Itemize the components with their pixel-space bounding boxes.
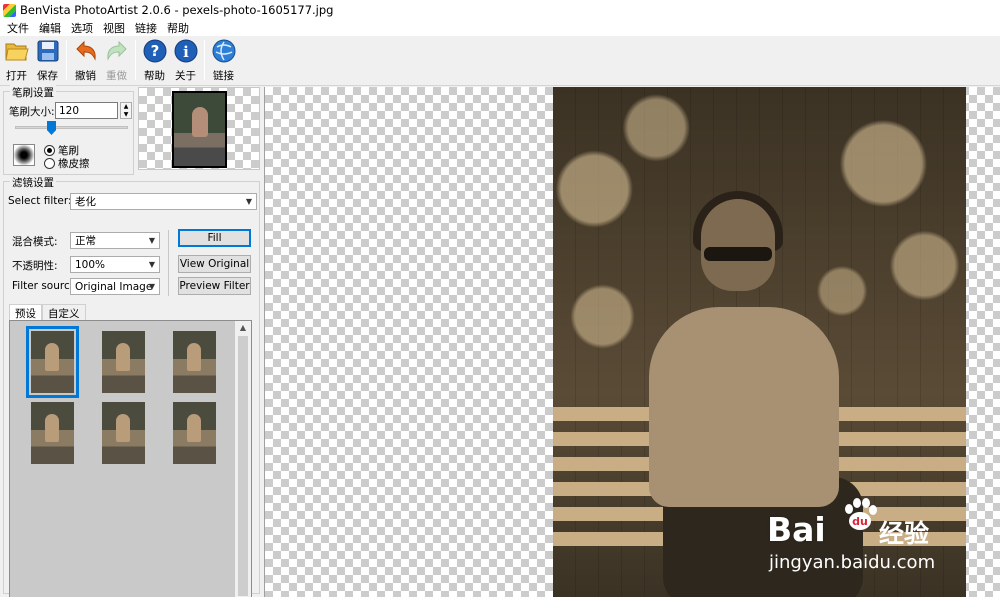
subject-body xyxy=(649,307,839,507)
app-window: BenVista PhotoArtist 2.0.6 - pexels-phot… xyxy=(0,0,1000,597)
brush-size-input[interactable] xyxy=(55,102,118,119)
filter-source-dropdown[interactable]: Original Image ▼ xyxy=(70,278,160,295)
globe-link-icon xyxy=(212,39,236,63)
select-filter-dropdown[interactable]: 老化 ▼ xyxy=(70,193,257,210)
menu-options[interactable]: 选项 xyxy=(66,20,98,36)
baidu-watermark: Bai du 经验 jingyan.baidu.com xyxy=(767,490,967,580)
brush-settings-title: 笔刷设置 xyxy=(10,85,56,100)
divider xyxy=(168,230,169,296)
open-label: 打开 xyxy=(6,70,27,82)
preset-thumbnail[interactable] xyxy=(26,326,79,398)
opacity-dropdown[interactable]: 100% ▼ xyxy=(70,256,160,273)
select-filter-value: 老化 xyxy=(75,196,96,208)
radio-icon[interactable] xyxy=(44,158,55,169)
brush-settings-group: 笔刷设置 笔刷大小: ▲ ▼ 笔刷 橡皮擦 xyxy=(3,85,134,175)
view-original-button[interactable]: View Original xyxy=(178,255,251,273)
preset-tabs: 预设 自定义 xyxy=(9,304,86,321)
navigator-viewport[interactable] xyxy=(172,91,227,168)
chevron-down-icon: ▼ xyxy=(148,282,155,291)
filter-settings-title: 滤镜设置 xyxy=(10,175,56,190)
about-label: 关于 xyxy=(175,70,196,82)
brush-size-label: 笔刷大小: xyxy=(9,106,55,118)
spin-up-icon[interactable]: ▲ xyxy=(121,103,131,111)
title-bar: BenVista PhotoArtist 2.0.6 - pexels-phot… xyxy=(0,0,1000,20)
preset-grid xyxy=(10,321,236,597)
select-filter-label: Select filter: xyxy=(8,195,72,207)
help-label: 帮助 xyxy=(144,70,165,82)
blend-mode-value: 正常 xyxy=(75,235,96,247)
settings-panel: 笔刷设置 笔刷大小: ▲ ▼ 笔刷 橡皮擦 滤镜设置 Selec xyxy=(0,85,262,597)
open-button[interactable]: 打开 xyxy=(1,36,32,84)
chevron-down-icon: ▼ xyxy=(148,260,155,269)
menu-help[interactable]: 帮助 xyxy=(162,20,194,36)
brush-size-slider-track[interactable] xyxy=(15,126,128,129)
toolbar-separator xyxy=(135,40,136,80)
undo-button[interactable]: 撤销 xyxy=(70,36,101,84)
help-button[interactable]: ? 帮助 xyxy=(139,36,170,84)
menu-view[interactable]: 视图 xyxy=(98,20,130,36)
brush-size-slider-thumb[interactable] xyxy=(47,121,56,135)
fill-button[interactable]: Fill xyxy=(178,229,251,247)
link-label: 链接 xyxy=(213,70,234,82)
navigator-thumbnail[interactable] xyxy=(138,87,260,170)
preset-scrollbar[interactable]: ▲ xyxy=(235,321,251,597)
undo-arrow-icon xyxy=(74,39,98,63)
menu-link[interactable]: 链接 xyxy=(130,20,162,36)
folder-open-icon xyxy=(4,39,29,63)
subject-face xyxy=(701,199,775,291)
blend-mode-label: 混合模式: xyxy=(12,236,58,248)
tab-custom[interactable]: 自定义 xyxy=(42,304,86,321)
menu-bar: 文件 编辑 选项 视图 链接 帮助 xyxy=(0,20,1000,36)
menu-file[interactable]: 文件 xyxy=(2,20,34,36)
watermark-url: jingyan.baidu.com xyxy=(769,552,936,573)
chevron-down-icon: ▼ xyxy=(245,197,252,206)
eraser-mode-radio[interactable]: 橡皮擦 xyxy=(44,156,90,171)
watermark-brand: Bai xyxy=(767,510,826,549)
toolbar-separator xyxy=(204,40,205,80)
help-question-icon: ? xyxy=(143,39,167,63)
preset-thumbnail[interactable] xyxy=(31,402,74,464)
window-title: BenVista PhotoArtist 2.0.6 - pexels-phot… xyxy=(20,3,334,17)
preview-filter-button[interactable]: Preview Filter xyxy=(178,277,251,295)
app-logo-icon xyxy=(3,3,16,17)
preset-list: ▲ xyxy=(9,320,252,597)
sunglasses xyxy=(704,247,772,261)
opacity-label: 不透明性: xyxy=(12,260,58,272)
redo-arrow-icon xyxy=(105,39,129,63)
radio-icon[interactable] xyxy=(44,145,55,156)
brush-preview-icon xyxy=(13,144,35,166)
toolbar: 打开 保存 撤销 重做 ? 帮助 i 关于 链接 xyxy=(0,36,1000,86)
eraser-mode-label: 橡皮擦 xyxy=(58,158,90,170)
undo-label: 撤销 xyxy=(75,70,96,82)
preset-thumbnail[interactable] xyxy=(102,402,145,464)
watermark-suffix: 经验 xyxy=(879,519,930,548)
save-button[interactable]: 保存 xyxy=(32,36,63,84)
svg-text:du: du xyxy=(852,515,868,528)
preset-thumbnail[interactable] xyxy=(173,402,216,464)
save-label: 保存 xyxy=(37,70,58,82)
paw-icon: du xyxy=(845,498,877,530)
menu-edit[interactable]: 编辑 xyxy=(34,20,66,36)
floppy-disk-icon xyxy=(36,39,60,63)
redo-label: 重做 xyxy=(106,70,127,82)
blend-mode-dropdown[interactable]: 正常 ▼ xyxy=(70,232,160,249)
toolbar-separator xyxy=(66,40,67,80)
link-button[interactable]: 链接 xyxy=(208,36,239,84)
filter-source-value: Original Image xyxy=(75,280,153,293)
spin-down-icon[interactable]: ▼ xyxy=(121,111,131,119)
redo-button[interactable]: 重做 xyxy=(101,36,132,84)
scroll-up-icon[interactable]: ▲ xyxy=(235,321,251,335)
svg-text:?: ? xyxy=(150,42,159,60)
tab-preset[interactable]: 预设 xyxy=(9,304,42,321)
svg-text:i: i xyxy=(183,43,189,61)
scroll-thumb[interactable] xyxy=(238,336,248,596)
opacity-value: 100% xyxy=(75,258,106,271)
preset-thumbnail[interactable] xyxy=(102,331,145,393)
chevron-down-icon: ▼ xyxy=(148,236,155,245)
about-button[interactable]: i 关于 xyxy=(170,36,201,84)
brush-size-spinner[interactable]: ▲ ▼ xyxy=(120,102,132,119)
info-icon: i xyxy=(174,39,198,63)
preset-thumbnail[interactable] xyxy=(173,331,216,393)
